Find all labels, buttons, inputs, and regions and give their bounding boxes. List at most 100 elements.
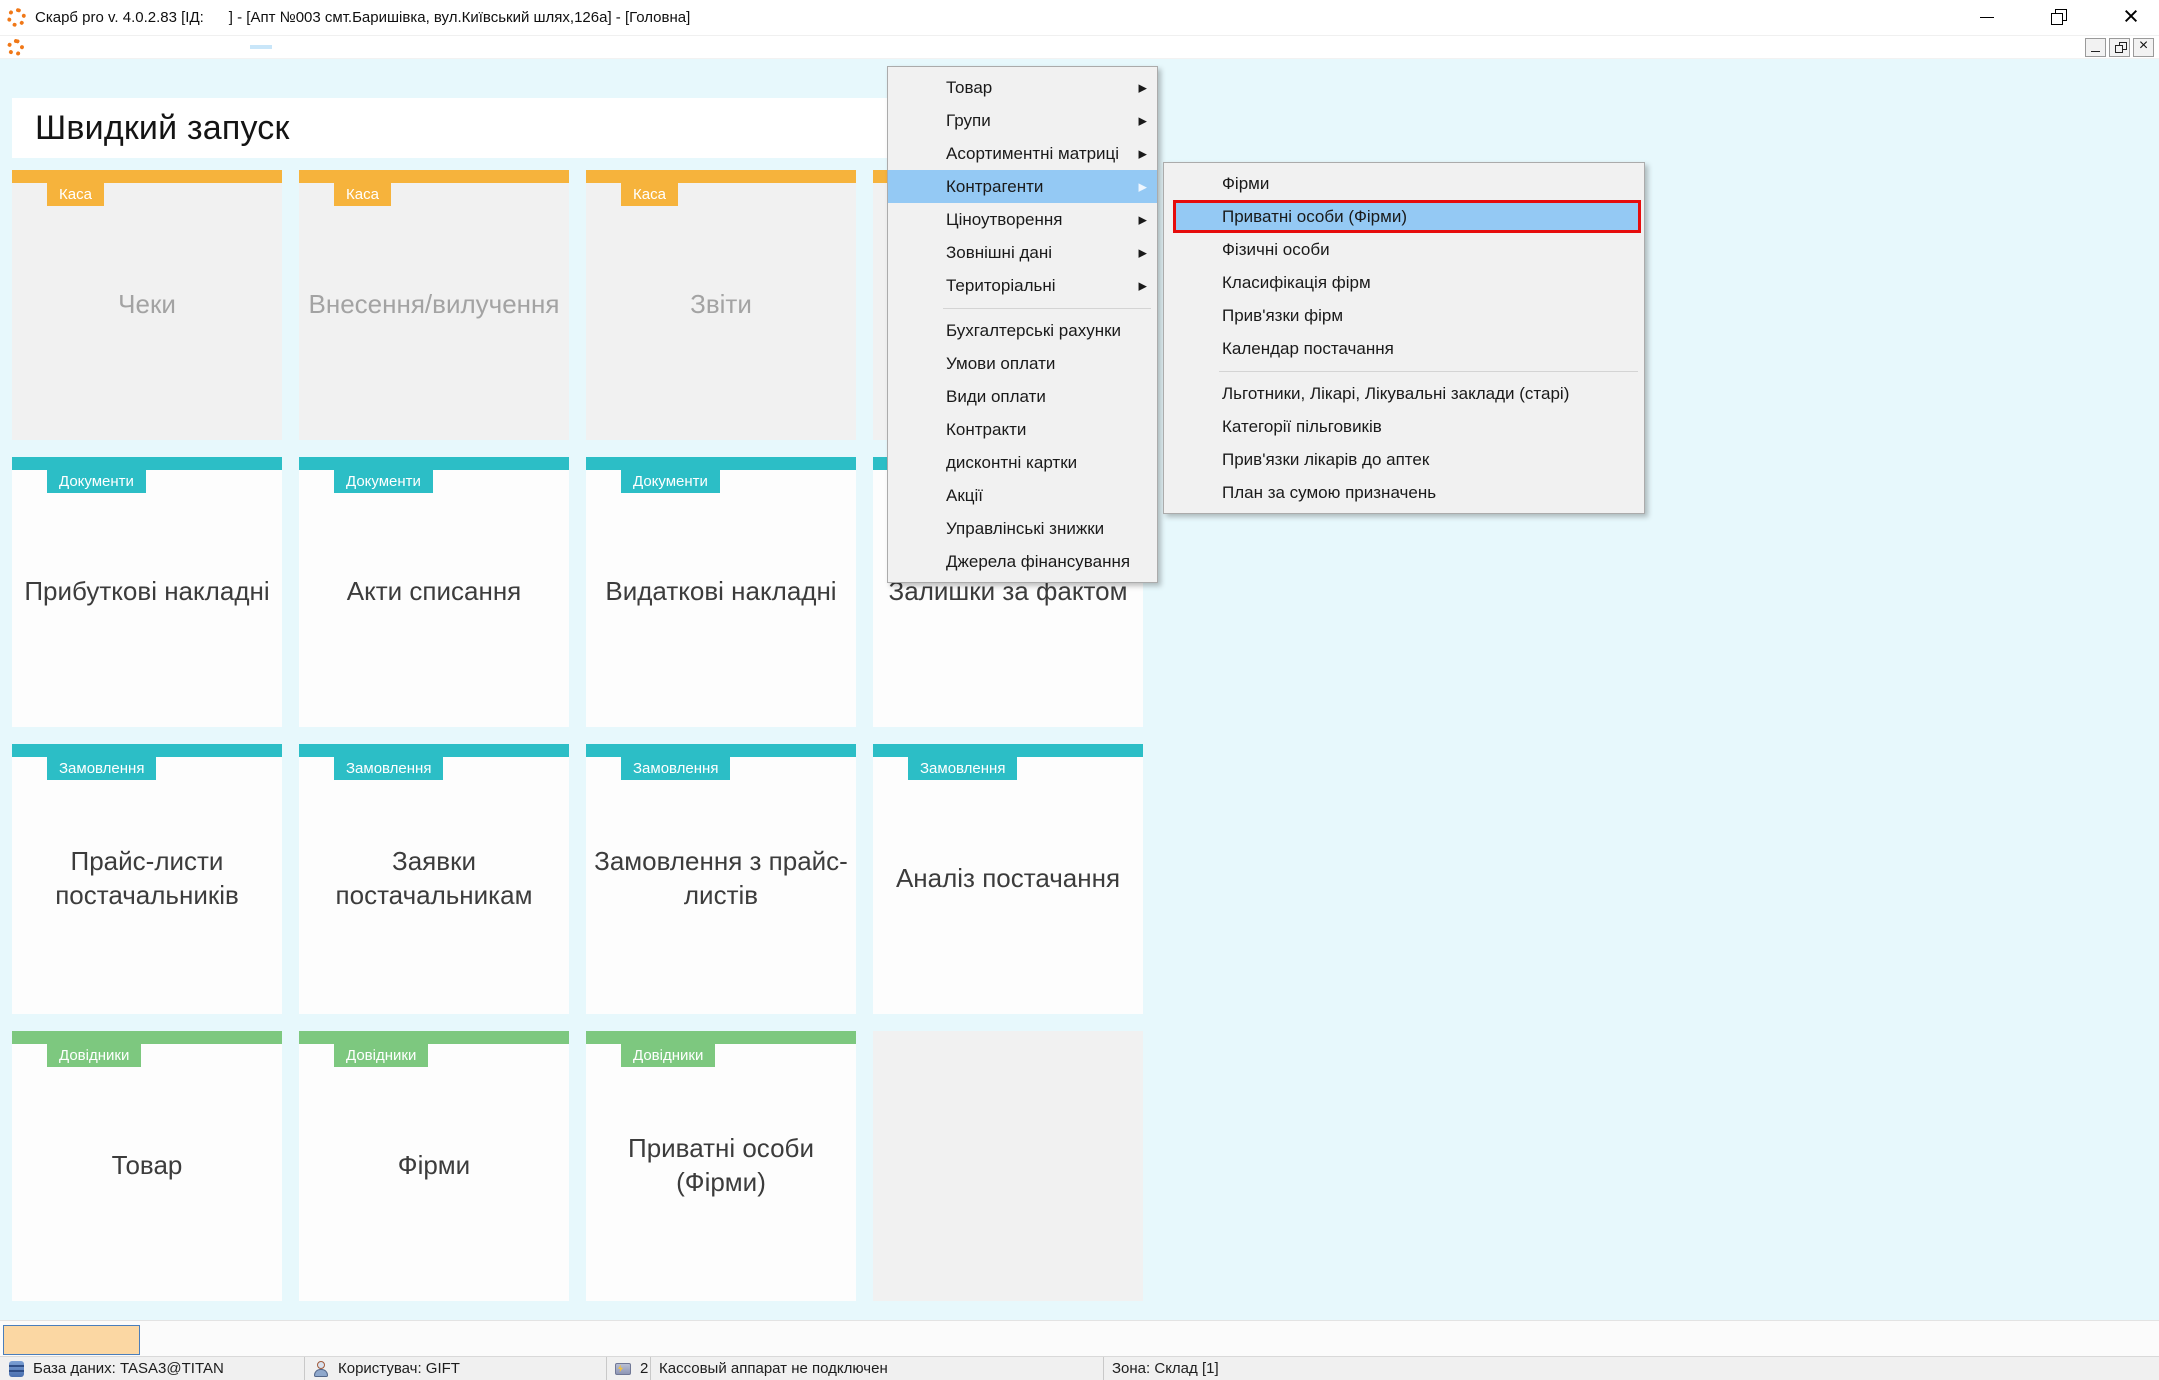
dropdown-menu-item[interactable]: Товар <box>888 71 1157 104</box>
menu-item-label: Бухгалтерські рахунки <box>946 321 1121 341</box>
submenu-item[interactable] <box>1164 365 1644 377</box>
menu-bar-item[interactable] <box>338 45 360 49</box>
status-text: База даних: TASA3@TITAN <box>33 1360 224 1377</box>
status-bar: База даних: TASA3@TITAN Користувач: GIFT… <box>0 1356 2159 1380</box>
menu-item-label: Асортиментні матриці <box>946 144 1119 164</box>
submenu-item[interactable]: Класифікація фірм <box>1164 266 1644 299</box>
quick-launch-tile[interactable]: Каса Чеки <box>12 170 282 440</box>
menu-item-label: Умови оплати <box>946 354 1055 374</box>
title-bar: Скарб pro v. 4.0.2.83 [ІД: ] - [Апт №003… <box>0 0 2159 36</box>
quick-launch-tile[interactable]: Замовлення Прайс-листи постачальників <box>12 744 282 1014</box>
submenu-item[interactable]: Категорії пільговиків <box>1164 410 1644 443</box>
restore-icon[interactable] <box>2043 2 2075 32</box>
tile-label: Замовлення з прайс-листів <box>586 744 856 1014</box>
status-bar-section: Зона: Склад [1] <box>1104 1357 2159 1380</box>
submenu-item[interactable]: Приватні особи (Фірми) <box>1173 200 1641 233</box>
page-title: Швидкий запуск <box>35 109 290 148</box>
quick-launch-tile[interactable]: Довідники Приватні особи (Фірми) <box>586 1031 856 1301</box>
mdi-restore-icon[interactable] <box>2109 38 2130 57</box>
mdi-minimize-icon[interactable] <box>2085 38 2106 57</box>
kontragenty-submenu: Фірми Приватні особи (Фірми) Фізичні осо… <box>1163 162 1645 514</box>
dropdown-menu-item[interactable]: Бухгалтерські рахунки <box>888 314 1157 347</box>
dropdown-menu-item[interactable]: Групи <box>888 104 1157 137</box>
dropdown-menu-item[interactable]: Зовнішні дані <box>888 236 1157 269</box>
submenu-arrow-icon <box>1139 180 1147 193</box>
dropdown-menu-item[interactable]: дисконтні картки <box>888 446 1157 479</box>
menu-bar-item[interactable] <box>294 45 316 49</box>
menu-bar-item[interactable] <box>316 45 338 49</box>
dropdown-menu-item[interactable]: Територіальні <box>888 269 1157 302</box>
menu-bar-item[interactable] <box>184 45 206 49</box>
menu-item-label: Групи <box>946 111 991 131</box>
menu-item-label: Класифікація фірм <box>1222 273 1371 293</box>
menu-bar-item[interactable] <box>118 45 140 49</box>
menu-bar-item[interactable] <box>272 45 294 49</box>
submenu-item[interactable]: Фірми <box>1164 167 1644 200</box>
minimize-icon[interactable] <box>1971 2 2003 32</box>
menu-bar-item[interactable] <box>162 45 184 49</box>
tile-label: Внесення/вилучення <box>299 170 569 440</box>
menu-bar-item[interactable] <box>206 45 228 49</box>
menu-item-label: План за сумою призначень <box>1222 483 1436 503</box>
submenu-item[interactable]: Прив'язки фірм <box>1164 299 1644 332</box>
dropdown-menu-item[interactable] <box>888 302 1157 314</box>
menu-item-label: Акції <box>946 486 983 506</box>
tile-label: Приватні особи (Фірми) <box>586 1031 856 1301</box>
menu-item-label: Приватні особи (Фірми) <box>1222 207 1407 227</box>
quick-launch-tile[interactable]: Замовлення Заявки постачальникам <box>299 744 569 1014</box>
menu-item-label: Види оплати <box>946 387 1046 407</box>
menu-item-label: Зовнішні дані <box>946 243 1052 263</box>
quick-launch-tile[interactable]: Каса Звіти <box>586 170 856 440</box>
menu-bar-item[interactable] <box>250 45 272 49</box>
status-bar-section: Користувач: GIFT <box>305 1357 607 1380</box>
dropdown-menu-item[interactable]: Акції <box>888 479 1157 512</box>
status-text: 2 <box>640 1360 648 1377</box>
dropdown-menu-item[interactable]: Види оплати <box>888 380 1157 413</box>
dovidnyky-dropdown-menu: Товар Групи Асортиментні матриці Контраг… <box>887 66 1158 583</box>
submenu-item[interactable]: План за сумою призначень <box>1164 476 1644 509</box>
dropdown-menu-item[interactable]: Умови оплати <box>888 347 1157 380</box>
submenu-item[interactable]: Календар постачання <box>1164 332 1644 365</box>
dropdown-menu-item[interactable]: Джерела фінансування <box>888 545 1157 578</box>
dropdown-menu-item[interactable]: Асортиментні матриці <box>888 137 1157 170</box>
menu-item-label: Фізичні особи <box>1222 240 1330 260</box>
menu-item-label: Категорії пільговиків <box>1222 417 1382 437</box>
mdi-window-controls <box>2082 38 2154 57</box>
menu-bar-item[interactable] <box>30 45 52 49</box>
submenu-item[interactable]: Прив'язки лікарів до аптек <box>1164 443 1644 476</box>
quick-launch-tile[interactable]: Довідники Товар <box>12 1031 282 1301</box>
quick-launch-tile[interactable]: Документи Акти списання <box>299 457 569 727</box>
mdi-close-icon[interactable] <box>2133 38 2154 57</box>
menu-bar-item[interactable] <box>52 45 74 49</box>
menu-bar-item[interactable] <box>96 45 118 49</box>
submenu-item[interactable]: Фізичні особи <box>1164 233 1644 266</box>
dropdown-menu-item[interactable]: Ціноутворення <box>888 203 1157 236</box>
tile-label <box>873 1031 1143 1301</box>
user-icon <box>313 1361 330 1377</box>
status-text: Користувач: GIFT <box>338 1360 460 1377</box>
app-logo-icon <box>5 36 26 57</box>
window-controls <box>1971 2 2147 32</box>
menu-items <box>30 45 360 49</box>
quick-launch-tile[interactable]: Каса Внесення/вилучення <box>299 170 569 440</box>
dropdown-menu-item[interactable]: Контракти <box>888 413 1157 446</box>
dropdown-menu-item[interactable]: Контрагенти <box>888 170 1157 203</box>
tile-label: Звіти <box>586 170 856 440</box>
dropdown-menu-item[interactable]: Управлінські знижки <box>888 512 1157 545</box>
submenu-arrow-icon <box>1139 279 1147 292</box>
menu-bar-item[interactable] <box>140 45 162 49</box>
quick-launch-tile[interactable]: Замовлення Аналіз постачання <box>873 744 1143 1014</box>
status-bar-section: 2 <box>607 1357 651 1380</box>
menu-item-label: Льготники, Лікарі, Лікувальні заклади (с… <box>1222 384 1569 404</box>
quick-launch-tile[interactable]: Довідники Фірми <box>299 1031 569 1301</box>
menu-bar-item[interactable] <box>74 45 96 49</box>
tab-holovna[interactable] <box>3 1325 140 1355</box>
menu-item-label: Фірми <box>1222 174 1269 194</box>
quick-launch-tile[interactable]: Документи Видаткові накладні <box>586 457 856 727</box>
menu-bar-item[interactable] <box>228 45 250 49</box>
menu-bar <box>0 36 2159 59</box>
quick-launch-tile[interactable]: Замовлення Замовлення з прайс-листів <box>586 744 856 1014</box>
close-icon[interactable] <box>2115 2 2147 32</box>
submenu-item[interactable]: Льготники, Лікарі, Лікувальні заклади (с… <box>1164 377 1644 410</box>
quick-launch-tile[interactable]: Документи Прибуткові накладні <box>12 457 282 727</box>
